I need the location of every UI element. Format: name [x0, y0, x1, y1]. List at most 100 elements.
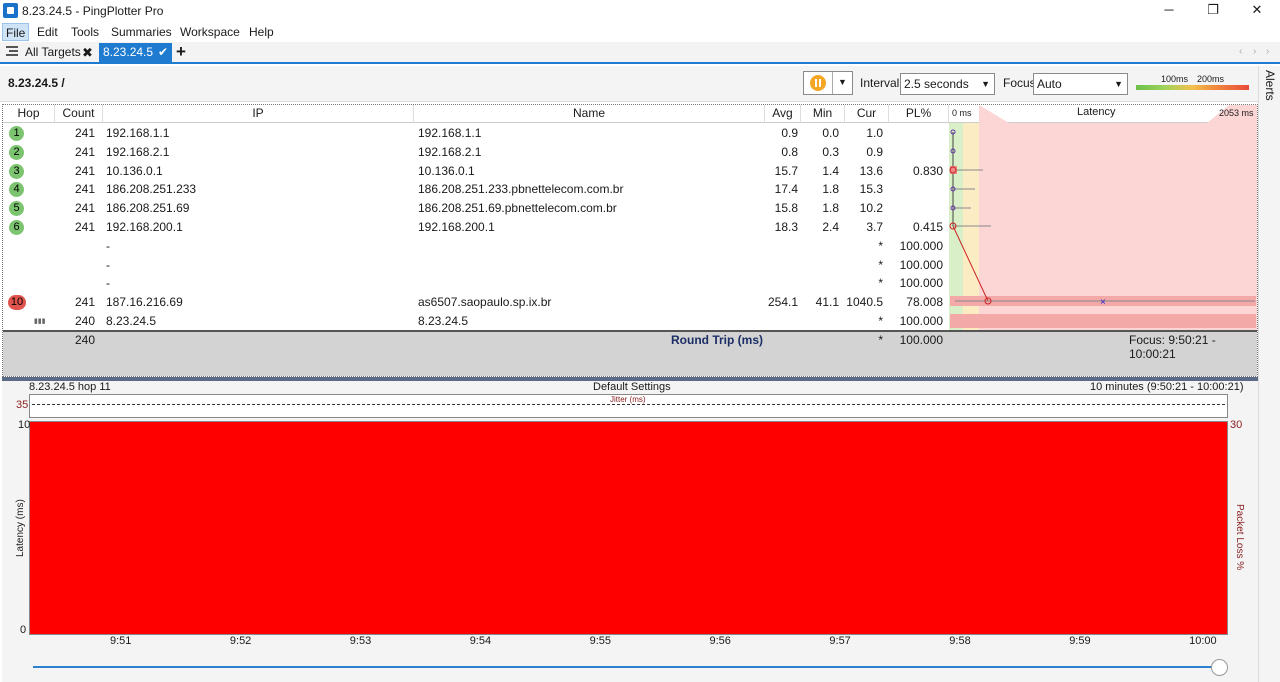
pause-button[interactable] [810, 75, 826, 91]
jitter-axis-max: 35 [16, 399, 29, 411]
col-hop[interactable]: Hop [3, 105, 55, 123]
menu-tools[interactable]: Tools [68, 25, 102, 39]
time-slider-thumb[interactable] [1211, 659, 1228, 676]
latency-axis-max: 10 [18, 419, 31, 431]
col-pl[interactable]: PL% [889, 105, 949, 123]
summary-focus: Focus: 9:50:21 - 10:00:21 [1129, 333, 1216, 361]
round-trip-summary: 240 Round Trip (ms) * 100.000 Focus: 9:5… [3, 330, 1257, 376]
cell-count: 241 [74, 182, 95, 197]
tab-list-icon[interactable]: › [1266, 46, 1269, 57]
cell-cur: * [878, 276, 883, 291]
cell-pl: 100.000 [899, 238, 943, 253]
menu-edit[interactable]: Edit [34, 25, 61, 39]
x-tick-label: 9:54 [469, 635, 492, 647]
x-tick-label: 9:55 [589, 635, 612, 647]
menu-file[interactable]: File [2, 23, 30, 41]
cell-count: 241 [74, 126, 95, 140]
cell-pl: 0.415 [912, 220, 943, 234]
cell-min [801, 256, 839, 275]
cell-pl [889, 180, 943, 199]
table-row[interactable]: 3 241 10.136.0.1 10.136.0.1 15.7 1.4 13.6 0.830 [3, 162, 949, 181]
cell-avg [765, 237, 798, 256]
window-title: 8.23.24.5 - PingPlotter Pro [22, 4, 164, 18]
target-header: 8.23.24.5 / ▼ Interval 2.5 seconds ▼ Foc… [0, 66, 1258, 102]
packet-loss-axis-label: Packet Loss % [1234, 504, 1245, 571]
pause-dropdown-icon[interactable]: ▼ [838, 77, 847, 87]
table-row[interactable]: 10 241 187.16.216.69 as6507.saopaulo.sp.ix.… [3, 293, 949, 312]
maximize-button[interactable]: ❐ [1190, 0, 1236, 22]
cell-name: 186.208.251.69.pbnettelecom.com.br [418, 201, 617, 216]
table-row[interactable]: - * 100.000 [3, 274, 949, 293]
target-breadcrumb: 8.23.24.5 / [8, 76, 65, 90]
table-row[interactable]: 1 241 192.168.1.1 192.168.1.1 0.9 0.0 1.0 [3, 124, 949, 143]
jitter-label: Jitter (ms) [610, 395, 646, 404]
cell-pl: 100.000 [899, 257, 943, 272]
cell-count [55, 256, 95, 275]
packet-loss-axis-max: 30 [1230, 419, 1243, 431]
interval-select[interactable]: 2.5 seconds ▼ [900, 73, 995, 95]
cell-cur: 10.2 [859, 201, 883, 216]
x-tick-label: 9:51 [110, 635, 132, 647]
table-row[interactable]: - * 100.000 [3, 256, 949, 275]
close-tab-icon[interactable]: ✖ [82, 45, 93, 61]
minimize-button[interactable]: ─ [1146, 0, 1192, 22]
cell-ip: 192.168.1.1 [106, 126, 170, 140]
x-tick-label: 9:57 [829, 635, 851, 647]
cell-name: 10.136.0.1 [418, 163, 475, 178]
col-min[interactable]: Min [801, 105, 845, 123]
cell-ip: 186.208.251.69 [106, 201, 190, 216]
cell-avg: 0.8 [781, 144, 798, 159]
hop-badge: 5 [9, 201, 24, 217]
tab-target[interactable]: 8.23.24.5 ✔ [99, 43, 172, 62]
table-row[interactable]: 2 241 192.168.2.1 192.168.2.1 0.8 0.3 0.9 [3, 143, 949, 162]
x-tick-label: 9:59 [1069, 635, 1091, 647]
x-tick-label: 10:00 [1189, 635, 1217, 647]
tab-all-targets[interactable]: All Targets [21, 43, 85, 62]
alerts-panel[interactable]: Alerts [1258, 66, 1280, 682]
add-tab-button[interactable]: + [176, 42, 186, 62]
focus-select[interactable]: Auto ▼ [1033, 73, 1128, 95]
focus-label: Focus [1003, 76, 1036, 90]
cell-name: as6507.saopaulo.sp.ix.br [418, 295, 552, 310]
cell-cur: 0.9 [866, 144, 883, 159]
table-row[interactable]: - * 100.000 [3, 237, 949, 256]
table-row[interactable]: 5 241 186.208.251.69 186.208.251.69.pbnette… [3, 199, 949, 218]
tab-strip: All Targets ✖ 8.23.24.5 ✔ + ‹ › › [0, 42, 1280, 64]
col-ip[interactable]: IP [103, 105, 414, 123]
menu-summaries[interactable]: Summaries [108, 25, 175, 39]
svg-text:×: × [1100, 297, 1106, 308]
cell-avg: 15.7 [774, 163, 798, 178]
table-row[interactable]: ▮▮▮ 240 8.23.24.5 8.23.24.5 * 100.000 [3, 312, 949, 331]
time-slider-track[interactable] [33, 666, 1219, 668]
col-cur[interactable]: Cur [845, 105, 889, 123]
cell-min [801, 274, 839, 293]
timeline-hop-label: 8.23.24.5 hop 11 [29, 381, 111, 393]
cell-min: 1.4 [822, 163, 839, 178]
table-row[interactable]: 4 241 186.208.251.233 186.208.251.233.pbnet… [3, 180, 949, 199]
summary-label: Round Trip (ms) [671, 333, 763, 347]
cell-count: 241 [74, 201, 95, 216]
alerts-label: Alerts [1263, 70, 1277, 101]
cell-ip: 10.136.0.1 [106, 163, 163, 178]
hop-badge: 10 [8, 295, 26, 311]
cell-name: 186.208.251.233.pbnettelecom.com.br [418, 182, 624, 197]
cell-pl: 78.008 [906, 295, 943, 310]
menu-workspace[interactable]: Workspace [177, 25, 243, 39]
app-icon [3, 3, 18, 18]
col-count[interactable]: Count [55, 105, 103, 123]
scroll-right-icon[interactable]: › [1253, 46, 1256, 57]
col-name[interactable]: Name [414, 105, 765, 123]
cell-avg [765, 256, 798, 275]
cell-pl [889, 124, 943, 143]
scroll-left-icon[interactable]: ‹ [1239, 46, 1242, 57]
timeline-settings[interactable]: Default Settings [593, 381, 671, 393]
menu-help[interactable]: Help [246, 25, 277, 39]
cell-cur: * [878, 238, 883, 253]
close-button[interactable]: ✕ [1234, 0, 1280, 22]
cell-min [801, 312, 839, 331]
cell-min: 0.3 [822, 144, 839, 159]
summary-pl: 100.000 [899, 333, 943, 347]
table-row[interactable]: 6 241 192.168.200.1 192.168.200.1 18.3 2.4 3.7… [3, 218, 949, 237]
col-avg[interactable]: Avg [765, 105, 801, 123]
cell-count: 241 [74, 144, 95, 159]
